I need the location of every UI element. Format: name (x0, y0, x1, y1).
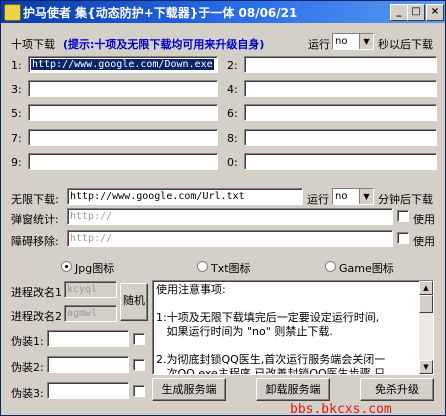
obstacle-remove-field[interactable]: http:// (67, 230, 393, 247)
slot-label-2: 2: (227, 59, 238, 72)
download-url-field-0[interactable] (244, 153, 437, 170)
notes-scrollbar[interactable]: ▲ ▼ (419, 281, 433, 374)
radio-txt-icon[interactable] (197, 261, 208, 272)
minimize-button[interactable]: _ (390, 4, 408, 21)
radio-jpg-label: Jpg图标 (75, 262, 115, 275)
slot-label-1: 1: (11, 59, 22, 72)
random-button[interactable]: 随机 (120, 283, 148, 321)
download-url-field-2[interactable] (244, 56, 437, 73)
run-label: 运行 (308, 38, 330, 51)
download-url-field-7[interactable] (28, 129, 218, 146)
radio-game-label: Game图标 (339, 262, 394, 275)
disguise-1-checkbox[interactable] (133, 333, 145, 345)
run-minutes-value: no (335, 191, 348, 202)
disguise-1-field[interactable] (47, 330, 129, 347)
title-bar[interactable]: 护马使者 集{动态防护+下载器}于一体 08/06/21 _ □ × (1, 1, 445, 23)
radio-game-icon[interactable] (325, 261, 336, 272)
unlimited-run-label: 运行 (307, 193, 329, 206)
chevron-down-icon[interactable]: ▼ (359, 34, 373, 49)
radio-txt-label: Txt图标 (211, 262, 251, 275)
ten-download-hint: (提示:十项及无限下载均可用来升级自身) (63, 38, 265, 51)
chevron-down-icon[interactable]: ▼ (359, 189, 373, 204)
app-icon (4, 4, 21, 21)
slot-label-6: 6: (227, 107, 238, 120)
download-url-field-3[interactable] (28, 80, 218, 97)
download-url-field-9[interactable] (28, 153, 218, 170)
download-url-field-6[interactable] (244, 104, 437, 121)
notes-textarea[interactable]: 使用注意事项: 1:十项及无限下载填完后一定要设定运行时间, 如果运行时间为 "… (152, 280, 434, 375)
download-url-value-1: http://www.google.com/Down.exe (31, 59, 214, 70)
scroll-thumb[interactable] (419, 295, 433, 313)
notes-text: 使用注意事项: 1:十项及无限下载填完后一定要设定运行时间, 如果运行时间为 "… (156, 283, 386, 375)
popup-stats-use-label: 使用 (413, 213, 435, 226)
disguise-3-field[interactable] (47, 382, 129, 399)
watermark: bbs.bkcxs.com (290, 402, 392, 416)
slot-label-7: 7: (11, 132, 22, 145)
window-title: 护马使者 集{动态防护+下载器}于一体 08/06/21 (23, 6, 298, 20)
process-rename-2-label: 进程改名2 (11, 310, 62, 323)
seconds-after-label: 秒以后下载 (378, 38, 433, 51)
disguise-2-label: 伪装2: (11, 361, 44, 374)
scroll-down-icon[interactable]: ▼ (419, 360, 433, 374)
process-rename-2-field[interactable]: agmwl (64, 305, 117, 322)
process-rename-1-field[interactable]: kcyql (64, 281, 117, 298)
process-rename-1-label: 进程改名1 (11, 286, 62, 299)
slot-label-5: 5: (11, 107, 22, 120)
run-minutes-select[interactable]: no ▼ (332, 188, 374, 205)
popup-stats-field[interactable]: http:// (67, 208, 393, 225)
download-url-field-5[interactable] (28, 104, 218, 121)
upgrade-button[interactable]: 免杀升级 (360, 378, 434, 401)
download-url-field-8[interactable] (244, 129, 437, 146)
scroll-up-icon[interactable]: ▲ (419, 281, 433, 295)
popup-stats-checkbox[interactable] (397, 210, 409, 222)
slot-label-9: 9: (11, 156, 22, 169)
main-window: 护马使者 集{动态防护+下载器}于一体 08/06/21 _ □ × 十项下载 … (0, 0, 446, 416)
radio-jpg-icon[interactable] (61, 261, 72, 272)
run-seconds-select[interactable]: no ▼ (332, 33, 374, 50)
generate-server-button[interactable]: 生成服务端 (152, 378, 226, 401)
disguise-3-checkbox[interactable] (133, 385, 145, 397)
disguise-2-field[interactable] (47, 356, 129, 373)
disguise-2-checkbox[interactable] (133, 359, 145, 371)
obstacle-remove-checkbox[interactable] (397, 232, 409, 244)
ten-download-label: 十项下载 (11, 38, 55, 51)
slot-label-3: 3: (11, 83, 22, 96)
unlimited-download-field[interactable]: http://www.google.com/Url.txt (67, 188, 303, 205)
unlimited-download-label: 无限下载: (11, 193, 59, 206)
slot-label-0: 0: (227, 156, 238, 169)
maximize-button[interactable]: □ (407, 4, 425, 21)
obstacle-remove-use-label: 使用 (413, 235, 435, 248)
popup-stats-label: 弹窗统计: (11, 213, 59, 226)
disguise-1-label: 伪装1: (11, 335, 44, 348)
obstacle-remove-label: 障碍移除: (11, 235, 59, 248)
run-seconds-value: no (335, 36, 348, 47)
minutes-after-label: 分钟后下载 (378, 193, 433, 206)
disguise-3-label: 伪装3: (11, 387, 44, 400)
uninstall-server-button[interactable]: 卸载服务端 (256, 378, 330, 401)
close-button[interactable]: × (426, 4, 444, 21)
slot-label-4: 4: (227, 83, 238, 96)
slot-label-8: 8: (227, 132, 238, 145)
download-url-field-1[interactable]: http://www.google.com/Down.exe (28, 56, 218, 73)
download-url-field-4[interactable] (244, 80, 437, 97)
